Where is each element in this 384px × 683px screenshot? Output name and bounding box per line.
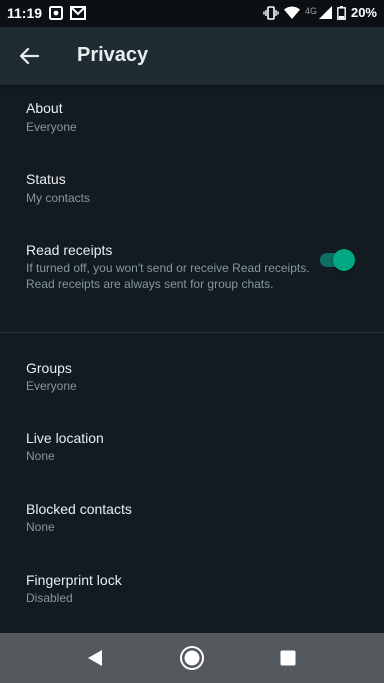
setting-value: My contacts bbox=[26, 191, 91, 205]
battery-percent: 20% bbox=[350, 5, 377, 20]
signal-icon bbox=[318, 6, 332, 19]
app-bar: Privacy bbox=[0, 27, 384, 85]
battery-icon bbox=[337, 5, 346, 20]
network-type: 4G bbox=[304, 5, 317, 16]
setting-title: Live location bbox=[26, 430, 104, 446]
read-receipts-toggle[interactable] bbox=[320, 249, 356, 271]
notification-icons bbox=[49, 6, 86, 20]
nav-home-button[interactable] bbox=[167, 633, 217, 683]
triangle-back-icon bbox=[88, 650, 102, 666]
setting-title: About bbox=[26, 100, 63, 116]
setting-title: Status bbox=[26, 171, 66, 187]
wifi-icon bbox=[283, 6, 300, 19]
status-time: 11:19 bbox=[7, 5, 43, 21]
setting-value: Everyone bbox=[26, 379, 77, 393]
setting-live-location[interactable]: Live location None bbox=[0, 420, 384, 478]
page-title: Privacy bbox=[77, 44, 149, 66]
vibrate-icon bbox=[263, 5, 279, 20]
back-button[interactable] bbox=[14, 42, 44, 70]
setting-value: Everyone bbox=[26, 120, 77, 134]
screenshot-notification-icon bbox=[49, 6, 63, 20]
setting-fingerprint-lock[interactable]: Fingerprint lock Disabled bbox=[0, 562, 384, 620]
setting-title: Blocked contacts bbox=[26, 501, 132, 517]
setting-status[interactable]: Status My contacts bbox=[0, 161, 384, 219]
setting-value: Disabled bbox=[26, 591, 73, 605]
arrow-left-icon bbox=[19, 47, 39, 65]
setting-title: Groups bbox=[26, 360, 72, 376]
system-status: 4G 20% bbox=[263, 5, 377, 20]
square-recents-icon bbox=[280, 650, 296, 666]
circle-home-icon bbox=[180, 646, 204, 670]
setting-description: If turned off, you won't send or receive… bbox=[26, 261, 310, 291]
nav-back-button[interactable] bbox=[70, 633, 120, 683]
nav-recents-button[interactable] bbox=[263, 633, 313, 683]
setting-value: None bbox=[26, 520, 55, 534]
setting-groups[interactable]: Groups Everyone bbox=[0, 350, 384, 408]
toggle-thumb bbox=[333, 249, 355, 271]
gmail-notification-icon bbox=[70, 6, 86, 20]
setting-about[interactable]: About Everyone bbox=[0, 90, 384, 148]
setting-blocked-contacts[interactable]: Blocked contacts None bbox=[0, 491, 384, 549]
status-bar: 11:19 4G 20% bbox=[0, 0, 384, 27]
setting-value: None bbox=[26, 449, 55, 463]
section-divider bbox=[0, 332, 384, 333]
setting-title: Read receipts bbox=[26, 242, 113, 258]
setting-read-receipts[interactable]: Read receipts If turned off, you won't s… bbox=[0, 232, 384, 324]
system-nav-bar bbox=[0, 633, 384, 683]
setting-title: Fingerprint lock bbox=[26, 572, 122, 588]
